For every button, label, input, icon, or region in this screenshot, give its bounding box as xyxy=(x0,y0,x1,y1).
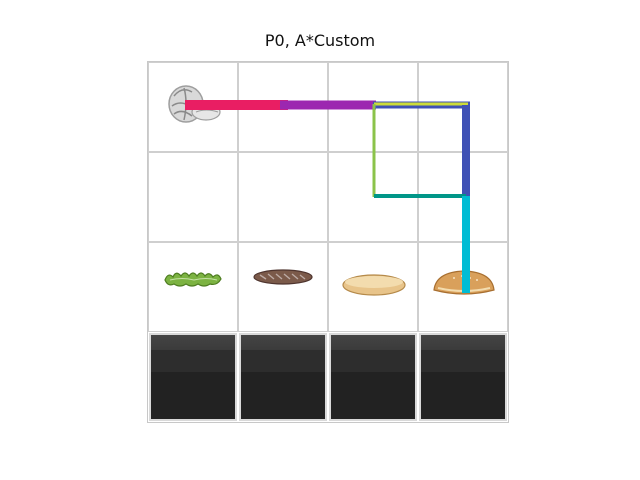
game-board xyxy=(147,61,509,423)
plot-title: P0, A*Custom xyxy=(264,31,376,50)
path-overlay xyxy=(185,100,470,293)
